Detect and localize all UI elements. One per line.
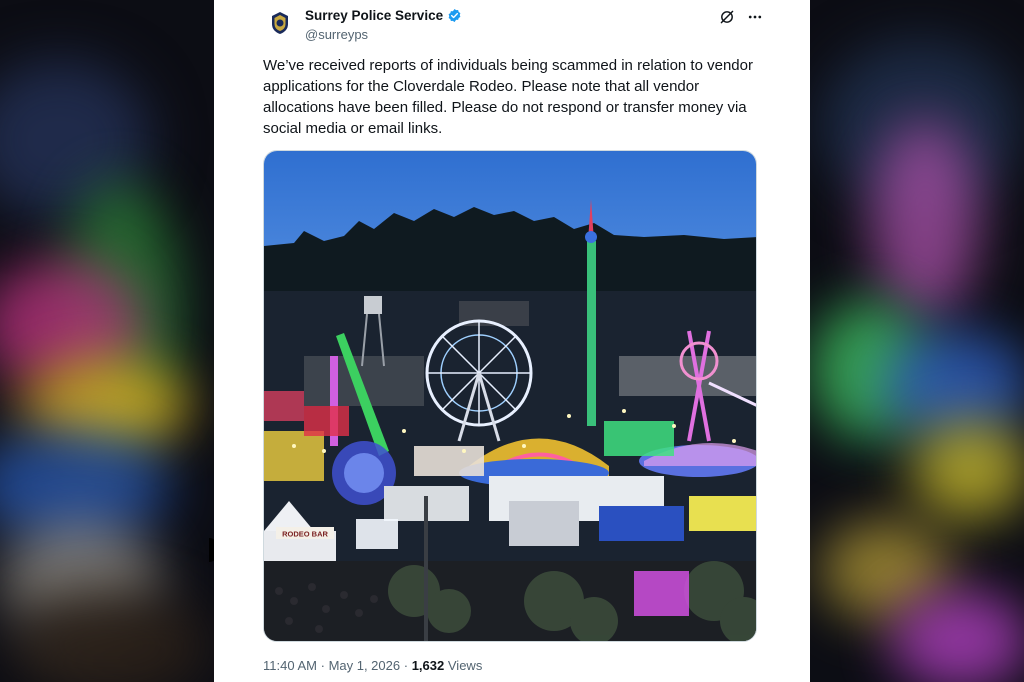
verified-badge-icon [448,8,461,23]
tweet-photo[interactable]: RODEO BAR [263,150,757,642]
blurred-background-left [0,0,214,682]
rodeo-bar-sign: RODEO BAR [282,530,328,539]
more-options-icon[interactable] [747,9,763,25]
author-row: Surrey Police Service [305,8,462,23]
drop-tower [587,241,596,426]
meta-separator: · [403,658,409,673]
views-label: Views [447,658,483,673]
blurred-background-right [810,0,1024,682]
author-avatar[interactable] [265,8,295,38]
blue-bus [599,506,684,541]
tweet-meta: 11:40 AM · May 1, 2026 · 1,632 Views [263,658,482,673]
tweet-date[interactable]: May 1, 2026 [329,658,401,673]
tweet-time[interactable]: 11:40 AM [263,658,317,673]
police-badge-icon [272,12,288,34]
tweet-header-actions [719,9,763,25]
carnival-photo: RODEO BAR [264,151,756,641]
views-count: 1,632 [411,658,445,673]
purple-booth [634,571,689,616]
tweet-text: We’ve received reports of individuals be… [263,57,753,137]
author-handle[interactable]: @surreyps [305,27,368,42]
author-name[interactable]: Surrey Police Service [305,8,443,23]
meta-separator: · [320,658,325,673]
grok-icon[interactable] [719,9,735,25]
